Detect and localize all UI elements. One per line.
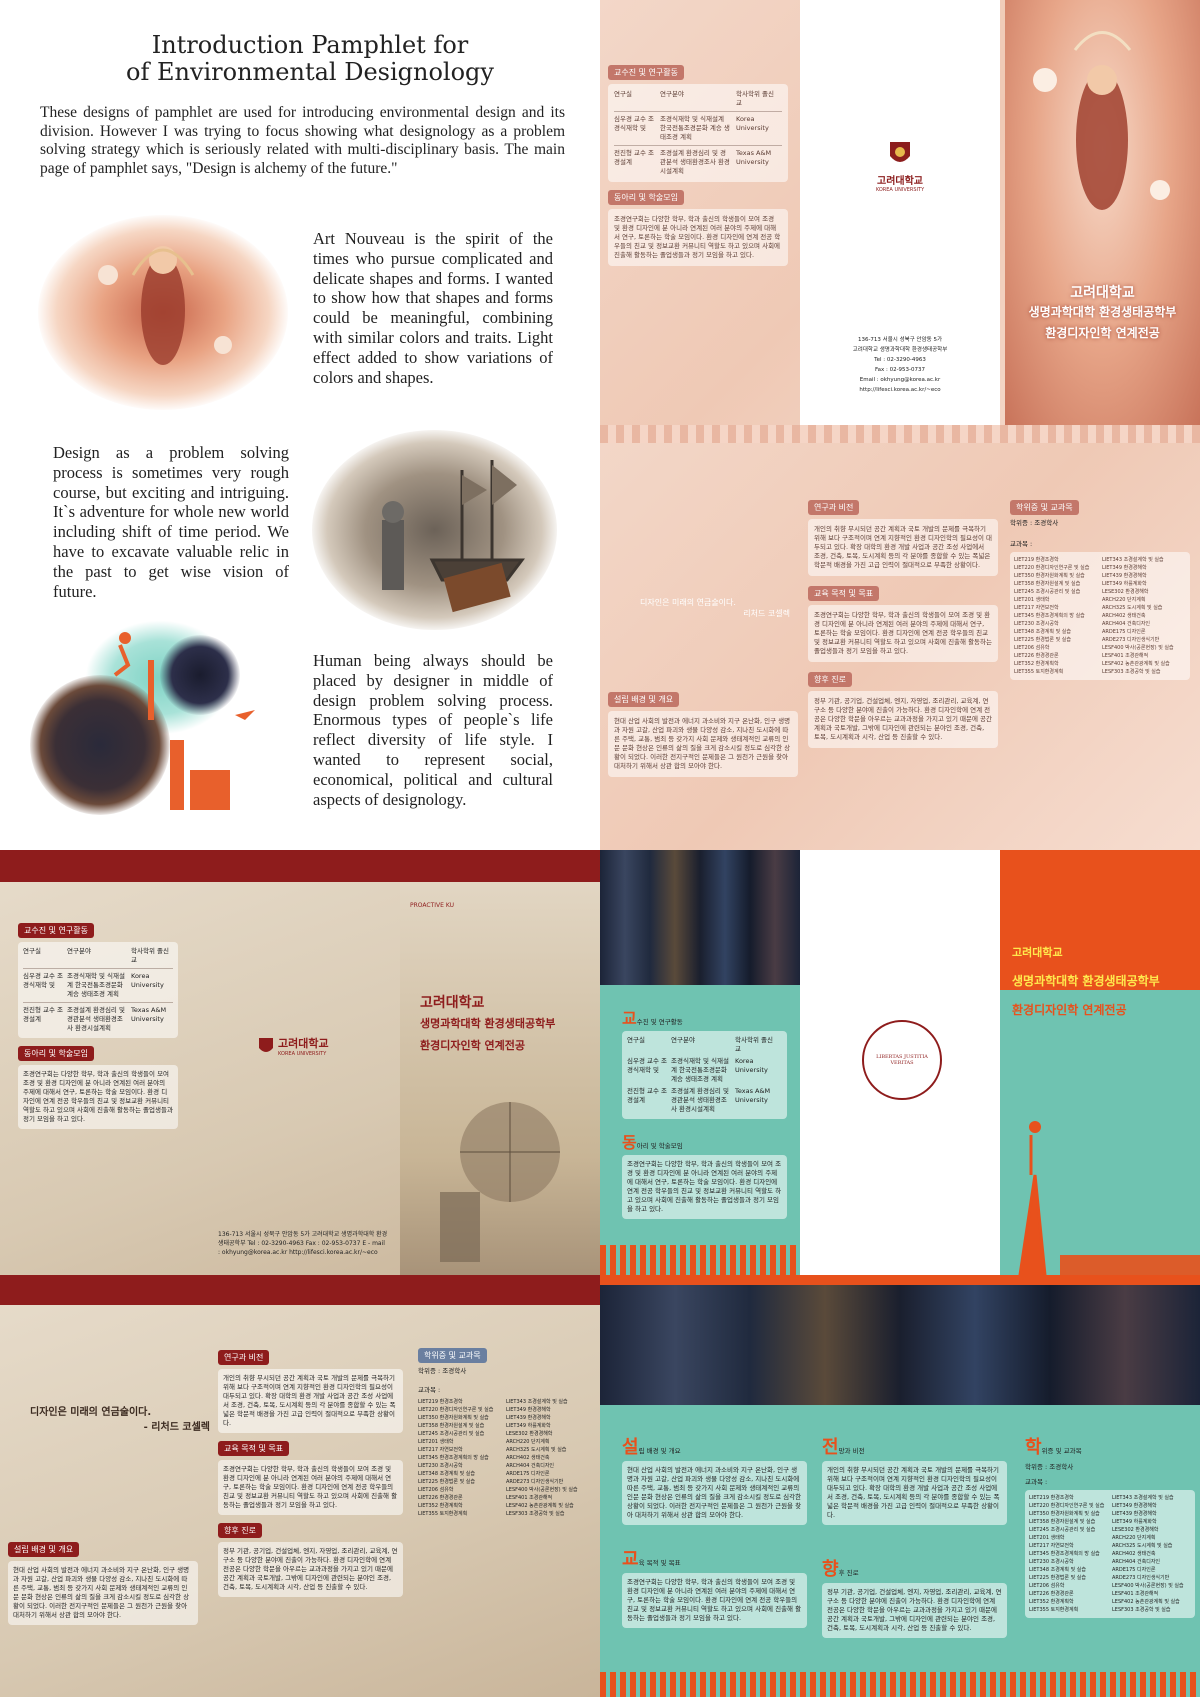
teal-courses-section: 학 위증 및 교과목 학위증 : 조경학사 교과목 : LIET219 환경조경학… — [1025, 1433, 1195, 1618]
pink-cover-panel: 고려대학교 생명과학대학 환경생태공학부 환경디자인학 연계전공 — [1005, 0, 1200, 425]
eiffel-tower-icon — [1018, 1121, 1200, 1275]
korea-univ-logo: 고려대학교 KOREA UNIVERSITY — [870, 140, 930, 193]
beige-cover-panel: PROACTIVE KU 고려대학교 생명과학대학 환경생태공학부 환경디자인학… — [400, 882, 600, 1275]
seal-logo: LIBERTAS JUSTITIA VERITAS — [862, 1020, 942, 1100]
cover-college: 생명과학대학 환경생태공학부 — [1028, 305, 1177, 319]
teal-faculty-panel: 교 수진 및 연구활동 연구실 연구분야 학사학위 졸신교 심우경 교수 조경식재학… — [622, 1005, 787, 1219]
faculty-table: 연구실 연구분야 학사학위 졸신교 심우경 교수 조경식재학 및 조경식재학 및… — [608, 84, 788, 182]
pink-brochure-inside: 디자인은 미래의 연금술이다. 리처드 코셀렉 설립 배경 및 개요 현대 산업… — [600, 425, 1200, 850]
orange-skyline-bottom — [600, 1672, 1200, 1697]
faculty-heading: 교수진 및 연구활동 — [608, 65, 684, 80]
globe-statue-icon — [440, 1102, 560, 1262]
beige-address: 136-713 서울시 성북구 안암동 5가 고려대학교 생명과학대학 환경생태… — [218, 1231, 388, 1256]
career-heading: 향후 진로 — [808, 672, 852, 687]
goals-heading: 교육 목적 및 목표 — [808, 586, 880, 601]
human-being-text: Human being always should be placed by d… — [313, 651, 553, 809]
beige-logo: 고려대학교 KOREA UNIVERSITY — [258, 1035, 329, 1057]
beige-brochure-outside: 교수진 및 연구활동 연구실 연구분야 학사학위 졸신교 심우경 교수 조경식재학 … — [0, 850, 600, 1275]
pink-address-panel: 고려대학교 KOREA UNIVERSITY 136-713 서울시 성북구 안… — [800, 0, 1000, 425]
pink-faculty-panel: 교수진 및 연구활동 연구실 연구분야 학사학위 졸신교 심우경 교수 조경식재… — [608, 60, 788, 266]
address-block: 136-713 서울시 성북구 안암동 5가 고려대학교 생명과학대학 환경생태… — [852, 337, 948, 393]
pink-brochure-outside: 교수진 및 연구활동 연구실 연구분야 학사학위 졸신교 심우경 교수 조경식재… — [600, 0, 1200, 425]
art-nouveau-image — [38, 215, 288, 410]
cover-program: 환경디자인학 연계전공 — [1045, 326, 1160, 340]
beige-faculty-panel: 교수진 및 연구활동 연구실 연구분야 학사학위 졸신교 심우경 교수 조경식재학 … — [18, 918, 178, 1129]
beige-clubs-heading: 동아리 및 학술모임 — [18, 1046, 94, 1061]
tiger-crest-icon — [259, 1038, 273, 1052]
teal-brochure-inside: 설립 배경 및 개요 현대 산업 사회의 발전과 에너지 과소비와 지구 온난화… — [600, 1275, 1200, 1697]
proactive-logo: PROACTIVE KU — [410, 902, 454, 909]
pink-course-list: LIET219 환경조경학 LIET220 환경디자인연구론 및 실습 LIET35… — [1010, 552, 1190, 680]
clubs-text: 조경연구회는 다양한 학부, 학과 출신의 학생들이 모여 조경 및 환경 디자… — [608, 209, 788, 266]
teal-vision-section: 전 망과 비전 개인의 취향 무시되던 공간 계획과 국토 개발의 문제를 극복하… — [822, 1433, 1007, 1638]
teal-cover-header — [1000, 850, 1200, 990]
background-heading: 설립 배경 및 개요 — [608, 692, 680, 707]
intro-paragraph: These designs of pamphlet are used for i… — [40, 104, 565, 177]
skater-icon — [113, 632, 255, 810]
intro-title: Introduction Pamphlet for of Environment… — [126, 31, 494, 86]
tiger-crest-icon — [890, 142, 910, 162]
beige-brochure-inside: 디자인은 미래의 연금술이다. - 리처드 코셀렉 설립 배경 및 개요 현대 … — [0, 1275, 600, 1697]
art-nouveau-woman-icon — [1033, 31, 1170, 210]
vision-heading: 연구과 비전 — [808, 500, 860, 515]
ship-knight-image — [312, 430, 557, 630]
pink-courses-section: 학위증 및 교과목 학위증 : 조경학사 교과목 : LIET219 환경조경학… — [1010, 495, 1190, 680]
cover-university: 고려대학교 — [1070, 285, 1135, 301]
city-people-image — [30, 620, 280, 820]
problem-solving-text: Design as a problem solving process is s… — [53, 443, 289, 601]
beige-faculty-heading: 교수진 및 연구활동 — [18, 923, 94, 938]
city-photo-strip-wide — [600, 1285, 1200, 1405]
teal-brochure-outside: 교 수진 및 연구활동 연구실 연구분야 학사학위 졸신교 심우경 교수 조경식재학… — [600, 850, 1200, 1275]
beige-courses-section: 학위증 및 교과목 학위증 : 조경학사 교과목 : LIET219 환경조경학… — [418, 1343, 593, 1518]
ship-icon — [382, 460, 525, 613]
city-photo-strip — [600, 850, 800, 985]
orange-skyline — [600, 1245, 800, 1275]
beige-vision-section: 연구과 비전 개인의 취향 무시되던 공간 계획과 국토 개발의 문제를 극복하… — [218, 1345, 403, 1597]
courses-heading: 학위증 및 교과목 — [1010, 500, 1079, 515]
beige-background-section: 설립 배경 및 개요 현대 산업 사회의 발전과 에너지 과소비와 지구 온난화… — [8, 1537, 198, 1625]
beige-quote: 디자인은 미래의 연금술이다. - 리처드 코셀렉 — [30, 1407, 210, 1433]
pink-quote: 디자인은 미래의 연금술이다. 리처드 코셀렉 — [640, 598, 790, 618]
art-nouveau-text: Art Nouveau is the spirit of the times w… — [313, 229, 553, 387]
intro-column: Introduction Pamphlet for of Environment… — [0, 0, 600, 850]
clubs-heading: 동아리 및 학술모임 — [608, 190, 684, 205]
pink-background-section: 설립 배경 및 개요 현대 산업 사회의 발전과 에너지 과소비와 지구 온난화… — [608, 687, 798, 777]
woman-figure-icon — [98, 246, 232, 365]
teal-seal-panel: LIBERTAS JUSTITIA VERITAS — [800, 850, 1000, 1275]
teal-background-section: 설립 배경 및 개요 현대 산업 사회의 발전과 에너지 과소비와 지구 온난화… — [622, 1433, 807, 1628]
pink-vision-section: 연구과 비전 개인의 취향 무시되던 공간 계획과 국토 개발의 문제를 극복하… — [808, 495, 998, 748]
